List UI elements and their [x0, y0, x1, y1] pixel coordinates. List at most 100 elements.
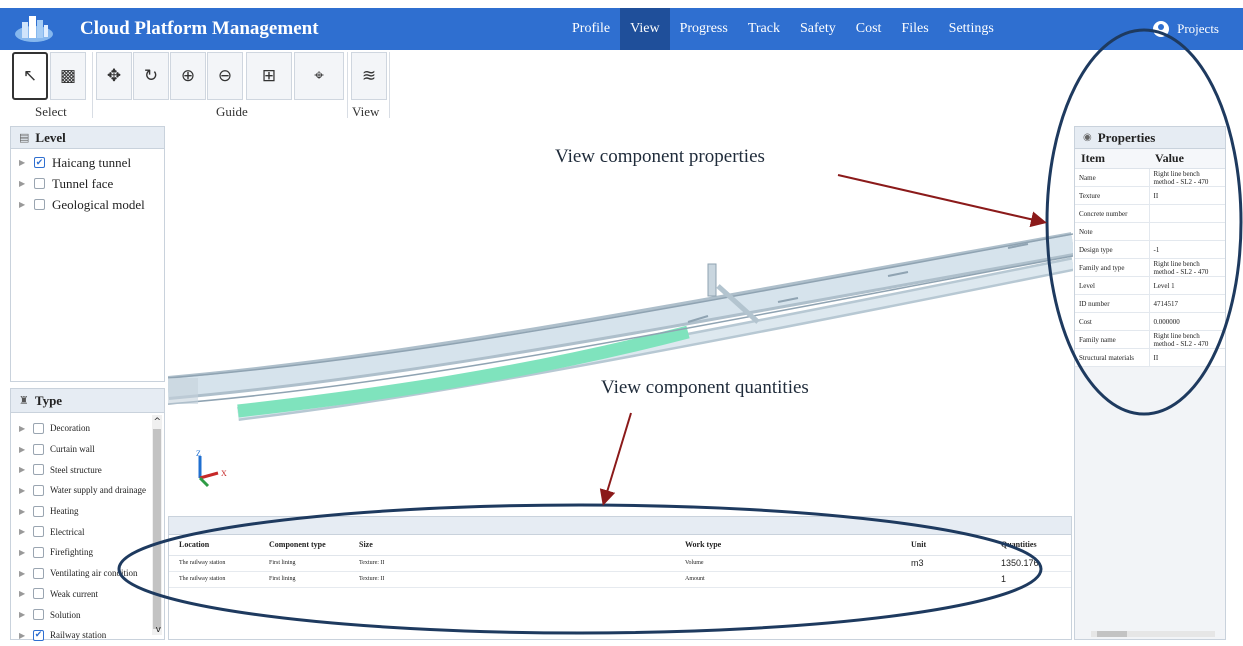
- level-checkbox[interactable]: ✔: [34, 157, 45, 168]
- scroll-up-icon[interactable]: ^: [153, 417, 161, 427]
- expand-caret-icon[interactable]: ▶: [19, 445, 27, 454]
- type-item-railway-station[interactable]: ▶ ✔ Railway station: [11, 625, 150, 646]
- type-item-heating[interactable]: ▶ Heating: [11, 501, 150, 522]
- zoom-in-button[interactable]: ⊕: [170, 52, 206, 100]
- type-item-label: Heating: [50, 506, 79, 517]
- scroll-thumb[interactable]: [1097, 631, 1127, 637]
- cell-size: Texture: II: [349, 555, 675, 572]
- expand-caret-icon[interactable]: ▶: [19, 424, 27, 433]
- table-row[interactable]: Family name Right line bench method - SL2…: [1075, 330, 1225, 349]
- level-icon: ▤: [19, 130, 30, 144]
- type-item-solution[interactable]: ▶ Solution: [11, 604, 150, 625]
- focus-button[interactable]: ⌖: [294, 52, 344, 100]
- table-row[interactable]: ID number 4714517: [1075, 294, 1225, 313]
- type-item-weak-current[interactable]: ▶ Weak current: [11, 584, 150, 605]
- 3d-viewport[interactable]: Z X: [168, 126, 1073, 512]
- type-scrollbar[interactable]: [152, 415, 162, 635]
- prop-item: ID number: [1075, 294, 1150, 313]
- type-checkbox[interactable]: [33, 526, 44, 538]
- table-row[interactable]: Note: [1075, 222, 1225, 241]
- cell-unit: m3: [901, 555, 991, 572]
- nav-progress[interactable]: Progress: [670, 8, 738, 50]
- level-panel: ▤ Level ▶ ✔ Haicang tunnel ▶ Tunnel face…: [10, 126, 165, 382]
- nav-track[interactable]: Track: [738, 8, 790, 50]
- app-title: Cloud Platform Management: [80, 18, 319, 39]
- select-group-label: Select: [35, 104, 67, 119]
- type-checkbox[interactable]: [33, 464, 44, 476]
- expand-caret-icon[interactable]: ▶: [19, 527, 27, 536]
- table-row[interactable]: Name Right line bench method - SL2 - 470: [1075, 168, 1225, 187]
- level-item-geological-model[interactable]: ▶ Geological model: [11, 194, 164, 215]
- type-item-decoration[interactable]: ▶ Decoration: [11, 418, 150, 439]
- type-checkbox[interactable]: [33, 546, 44, 558]
- table-row[interactable]: Structural materials II: [1075, 348, 1225, 367]
- expand-caret-icon[interactable]: ▶: [19, 158, 27, 167]
- select-box-button[interactable]: ▩: [50, 52, 86, 100]
- expand-caret-icon[interactable]: ▶: [19, 548, 27, 557]
- fit-view-button[interactable]: ⊞: [246, 52, 292, 100]
- nav-cost[interactable]: Cost: [846, 8, 892, 50]
- table-row[interactable]: Design type -1: [1075, 240, 1225, 259]
- expand-caret-icon[interactable]: ▶: [19, 631, 27, 640]
- scroll-down-icon[interactable]: v: [156, 625, 161, 635]
- orbit-button[interactable]: ✥: [96, 52, 132, 100]
- expand-caret-icon[interactable]: ▶: [19, 486, 27, 495]
- type-item-label: Ventilating air condition: [50, 568, 138, 579]
- cell-size: Texture: II: [349, 571, 675, 588]
- layers-button[interactable]: ≋: [351, 52, 387, 100]
- expand-caret-icon[interactable]: ▶: [19, 569, 27, 578]
- prop-item: Level: [1075, 276, 1150, 295]
- prop-item: Family name: [1075, 330, 1150, 349]
- type-item-steel-structure[interactable]: ▶ Steel structure: [11, 459, 150, 480]
- rotate-button[interactable]: ↻: [133, 52, 169, 100]
- table-row[interactable]: The railway station First lining Texture…: [169, 555, 1071, 572]
- expand-caret-icon[interactable]: ▶: [19, 465, 27, 474]
- type-checkbox[interactable]: [33, 422, 44, 434]
- type-item-water-supply[interactable]: ▶ Water supply and drainage: [11, 480, 150, 501]
- type-item-ventilating[interactable]: ▶ Ventilating air condition: [11, 563, 150, 584]
- table-row[interactable]: Level Level 1: [1075, 276, 1225, 295]
- col-unit-header: Unit: [901, 535, 991, 556]
- expand-caret-icon[interactable]: ▶: [19, 589, 27, 598]
- horizontal-scrollbar[interactable]: [1091, 631, 1215, 637]
- type-checkbox[interactable]: [33, 443, 44, 455]
- level-item-haicang-tunnel[interactable]: ▶ ✔ Haicang tunnel: [11, 152, 164, 173]
- type-checkbox[interactable]: [33, 588, 44, 600]
- type-checkbox[interactable]: [33, 505, 44, 517]
- table-row[interactable]: Cost 0.000000: [1075, 312, 1225, 331]
- quantities-annotation: View component quantities: [601, 377, 809, 398]
- type-checkbox[interactable]: [33, 567, 44, 579]
- scroll-thumb[interactable]: [153, 429, 161, 629]
- table-row[interactable]: Concrete number: [1075, 204, 1225, 223]
- nav-safety[interactable]: Safety: [790, 8, 846, 50]
- expand-caret-icon[interactable]: ▶: [19, 179, 27, 188]
- nav-files[interactable]: Files: [891, 8, 938, 50]
- table-row[interactable]: Texture II: [1075, 186, 1225, 205]
- type-item-curtain-wall[interactable]: ▶ Curtain wall: [11, 439, 150, 460]
- nav-view[interactable]: View: [620, 8, 670, 50]
- expand-caret-icon[interactable]: ▶: [19, 200, 27, 209]
- level-checkbox[interactable]: [34, 178, 45, 189]
- expand-caret-icon[interactable]: ▶: [19, 507, 27, 516]
- type-item-electrical[interactable]: ▶ Electrical: [11, 521, 150, 542]
- cell-work-type: Volume: [675, 555, 901, 572]
- table-row[interactable]: Family and type Right line bench method -…: [1075, 258, 1225, 277]
- level-item-tunnel-face[interactable]: ▶ Tunnel face: [11, 173, 164, 194]
- select-pointer-button[interactable]: ↖: [12, 52, 48, 100]
- type-panel-header: ♜ Type: [11, 389, 164, 413]
- prop-item: Note: [1075, 222, 1150, 241]
- projects-menu[interactable]: Projects: [1153, 8, 1219, 50]
- type-checkbox[interactable]: [33, 484, 44, 496]
- focus-icon: ⌖: [314, 66, 324, 86]
- pointer-icon: ↖: [22, 66, 38, 86]
- table-row[interactable]: The railway station First lining Texture…: [169, 571, 1071, 588]
- nav-settings[interactable]: Settings: [939, 8, 1004, 50]
- type-checkbox[interactable]: [33, 609, 44, 621]
- type-checkbox[interactable]: ✔: [33, 629, 44, 641]
- type-item-firefighting[interactable]: ▶ Firefighting: [11, 542, 150, 563]
- expand-caret-icon[interactable]: ▶: [19, 610, 27, 619]
- nav-profile[interactable]: Profile: [562, 8, 620, 50]
- zoom-out-button[interactable]: ⊖: [207, 52, 243, 100]
- level-checkbox[interactable]: [34, 199, 45, 210]
- cell-quantities: 1350.176: [991, 555, 1071, 572]
